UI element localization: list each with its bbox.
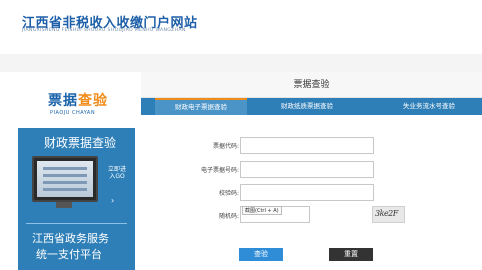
reset-button[interactable]: 重置 xyxy=(329,248,373,261)
main-panel: 票据查验 财政电子票据查验 财政纸质票据查验 失业务流水号查验 票据代码: 电子… xyxy=(141,72,482,270)
check-code-label: 校验码: xyxy=(218,190,239,197)
tab-electronic-bill[interactable]: 财政电子票据查验 xyxy=(155,98,247,115)
captcha-text: 3ke2F xyxy=(375,209,398,218)
brand-part1: 票据 xyxy=(48,93,78,109)
payment-platform-link-line1[interactable]: 江西省政务服务 xyxy=(32,230,109,246)
site-subtitle: JIANGXISHENG FEISHUI SHOURU SHOUJIAO MEN… xyxy=(22,28,186,33)
screen-row xyxy=(43,188,87,191)
brand-part2: 查验 xyxy=(78,93,108,109)
sidebar: 票据查验 PIAOJU CHAYAN 财政票据查验 立即进入GO › 江西省政务… xyxy=(18,72,135,270)
monitor-icon xyxy=(32,156,98,202)
bill-code-input[interactable] xyxy=(240,137,374,154)
brand-title: 票据查验 xyxy=(48,90,108,110)
header-spacer xyxy=(0,54,482,72)
check-code-input[interactable] xyxy=(240,184,374,201)
panel-title: 票据查验 xyxy=(141,72,482,98)
brand-box: 票据查验 PIAOJU CHAYAN xyxy=(18,72,135,128)
monitor-screen xyxy=(37,161,93,197)
screen-row xyxy=(43,174,87,177)
payment-platform-link-line2[interactable]: 统一支付平台 xyxy=(36,246,102,262)
tab-paper-bill[interactable]: 财政纸质票据查验 xyxy=(281,98,333,115)
screen-row xyxy=(43,167,87,170)
brand-pinyin: PIAOJU CHAYAN xyxy=(50,110,96,116)
enter-link[interactable]: 立即进入GO xyxy=(106,166,128,180)
screen-row xyxy=(43,181,87,184)
tab-serial-number[interactable]: 失业务流水号查验 xyxy=(403,98,455,115)
query-button[interactable]: 查验 xyxy=(239,248,283,261)
bill-code-label: 票据代码: xyxy=(212,143,239,150)
captcha-image[interactable]: 3ke2F xyxy=(372,206,405,223)
bill-number-input[interactable] xyxy=(240,161,374,178)
random-code-label: 随机码: xyxy=(218,213,239,220)
chevron-right-icon[interactable]: › xyxy=(111,196,114,205)
monitor-stand xyxy=(56,202,72,208)
tab-bar: 财政电子票据查验 财政纸质票据查验 失业务流水号查验 xyxy=(141,98,482,115)
site-header: 江西省非税收入收缴门户网站 JIANGXISHENG FEISHUI SHOUR… xyxy=(0,0,482,54)
bill-number-label: 电子票据号码: xyxy=(200,167,239,174)
section-title[interactable]: 财政票据查验 xyxy=(44,134,116,151)
sidebar-divider xyxy=(26,223,127,224)
screenshot-tooltip: 截图(Ctrl + A) xyxy=(242,206,282,215)
